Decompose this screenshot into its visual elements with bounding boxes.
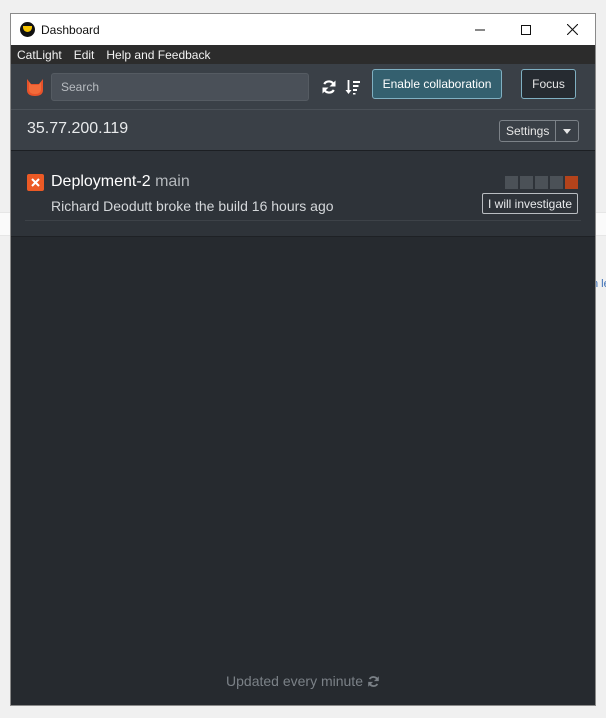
menu-edit[interactable]: Edit [68,48,101,62]
server-name: 35.77.200.119 [27,120,129,137]
footer-text: Updated every minute [226,673,363,689]
build-history [505,176,578,189]
maximize-icon [521,24,531,35]
sort-icon [345,79,360,94]
build-branch: main [155,173,190,190]
close-button[interactable] [549,14,595,45]
build-name: Deployment-2 [51,173,151,190]
history-item[interactable] [535,176,548,189]
minimize-button[interactable] [457,14,503,45]
history-item[interactable] [520,176,533,189]
window-controls [457,14,595,45]
title-bar: Dashboard [11,14,595,45]
build-failed-icon [27,174,44,191]
build-title: Deployment-2 main [51,173,190,191]
close-icon [566,24,578,35]
menu-bar: CatLight Edit Help and Feedback [11,45,595,64]
enable-collaboration-button[interactable]: Enable collaboration [372,69,502,99]
catlight-logo-icon [27,78,43,96]
settings-caret-button[interactable] [556,120,580,142]
refresh-icon [368,675,379,687]
status-footer: Updated every minute [11,673,595,689]
menu-help-and-feedback[interactable]: Help and Feedback [100,48,216,62]
chevron-down-icon [563,128,572,134]
settings-dropdown: Settings [499,120,580,142]
history-item[interactable] [505,176,518,189]
history-item-failed[interactable] [565,176,578,189]
sort-button[interactable] [344,78,362,96]
build-message: Richard Deodutt broke the build 16 hours… [51,198,334,214]
close-icon [31,178,40,187]
server-header: 35.77.200.119 Settings [11,109,595,151]
minimize-icon [475,29,485,30]
focus-button[interactable]: Focus [521,69,576,99]
search-input[interactable] [51,72,309,101]
maximize-button[interactable] [503,14,549,45]
toolbar: Enable collaboration Focus [11,64,595,109]
divider [25,220,581,221]
build-card[interactable]: Deployment-2 main Richard Deodutt broke … [11,151,595,237]
window-title: Dashboard [41,22,100,37]
dashboard-window: Dashboard CatLight Edit Help and Feedbac… [10,13,596,706]
refresh-icon [322,79,336,94]
menu-catlight[interactable]: CatLight [11,48,68,62]
history-item[interactable] [550,176,563,189]
settings-button[interactable]: Settings [499,120,557,142]
catlight-app-icon [20,22,35,37]
refresh-button[interactable] [320,78,338,96]
investigate-button[interactable]: I will investigate [482,193,579,214]
